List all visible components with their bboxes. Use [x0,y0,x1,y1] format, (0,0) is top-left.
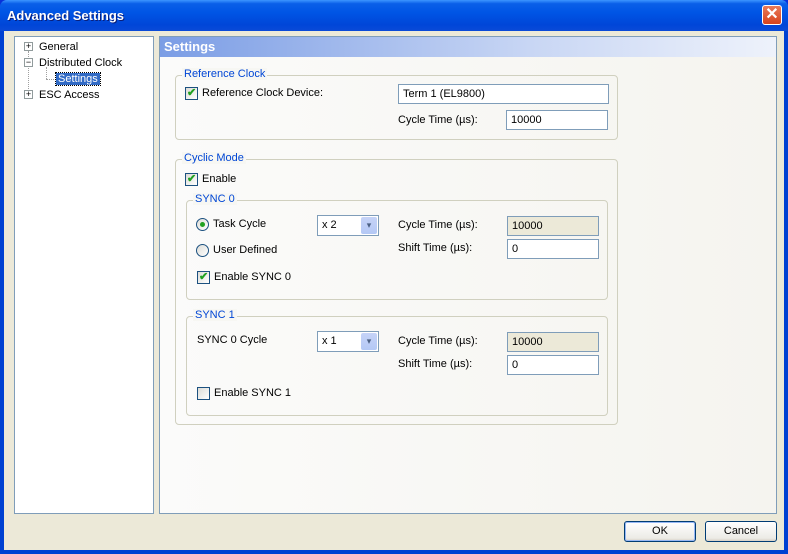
expand-icon[interactable]: + [24,90,33,99]
window-title: Advanced Settings [7,8,125,23]
panel-body: Reference Clock Reference Clock Device: … [160,57,776,513]
user-defined-label: User Defined [213,244,278,256]
tree-item-label: Distributed Clock [39,57,123,69]
group-legend: Reference Clock [182,68,268,80]
reference-cycle-time-field[interactable]: 10000 [506,110,608,130]
settings-panel: Settings Reference Clock Reference Clock… [159,36,777,514]
sync0-shift-time-field[interactable]: 0 [507,239,599,259]
cyclic-enable-checkbox[interactable] [185,172,198,186]
sync0-cycle-time-field: 10000 [507,216,599,236]
cyclic-mode-group: Cyclic Mode Enable SYNC 0 Task Cycle Use… [175,152,618,425]
sync0-multiplier-select[interactable]: x 2 ▾ [317,215,379,236]
select-value: x 1 [322,335,337,347]
panel-header: Settings [160,37,776,57]
navigation-tree: + General − Distributed Clock Settings +… [14,36,154,514]
group-legend: SYNC 1 [193,309,237,321]
sync1-multiplier-select[interactable]: x 1 ▾ [317,331,379,352]
enable-sync0-checkbox[interactable] [197,270,210,284]
sync0-group: SYNC 0 Task Cycle User Defined x 2 ▾ Cyc… [186,193,608,300]
user-defined-radio[interactable] [196,244,209,257]
collapse-icon[interactable]: − [24,58,33,67]
ok-button[interactable]: OK [624,521,696,542]
shift-time-label: Shift Time (µs): [398,358,473,370]
enable-sync1-checkbox[interactable] [197,387,210,400]
enable-sync1-label: Enable SYNC 1 [214,387,292,399]
sync0-cycle-label: SYNC 0 Cycle [197,334,268,346]
expand-icon[interactable]: + [24,42,33,51]
reference-clock-device-checkbox[interactable] [185,86,198,100]
enable-sync0-label: Enable SYNC 0 [214,271,292,283]
tree-item-label: General [39,41,79,53]
cycle-time-label: Cycle Time (µs): [398,335,478,347]
cancel-button[interactable]: Cancel [705,521,777,542]
sync1-cycle-time-field: 10000 [507,332,599,352]
tree-line [46,79,54,80]
group-legend: Cyclic Mode [182,152,246,164]
title-bar[interactable]: Advanced Settings ✕ [0,0,788,31]
cycle-time-label: Cycle Time (µs): [398,114,478,126]
advanced-settings-dialog: Advanced Settings ✕ + General − Distribu… [0,0,788,554]
select-value: x 2 [322,219,337,231]
reference-clock-group: Reference Clock Reference Clock Device: … [175,68,618,140]
task-cycle-label: Task Cycle [213,218,267,230]
cycle-time-label: Cycle Time (µs): [398,219,478,231]
shift-time-label: Shift Time (µs): [398,242,473,254]
tree-item-label: Settings [55,72,101,86]
sync1-shift-time-field[interactable]: 0 [507,355,599,375]
cyclic-enable-label: Enable [202,173,237,185]
close-icon: ✕ [765,6,779,23]
sync1-group: SYNC 1 SYNC 0 Cycle x 1 ▾ Cycle Time (µs… [186,309,608,416]
reference-clock-device-field[interactable]: Term 1 (EL9800) [398,84,609,104]
task-cycle-radio[interactable] [196,218,209,231]
tree-item-label: ESC Access [39,89,100,101]
group-legend: SYNC 0 [193,193,237,205]
dialog-client: + General − Distributed Clock Settings +… [4,31,784,550]
chevron-down-icon[interactable]: ▾ [361,217,377,234]
tree-item-settings[interactable]: Settings [55,72,101,86]
close-button[interactable]: ✕ [762,5,782,25]
reference-clock-device-label: Reference Clock Device: [202,87,324,99]
chevron-down-icon[interactable]: ▾ [361,333,377,350]
